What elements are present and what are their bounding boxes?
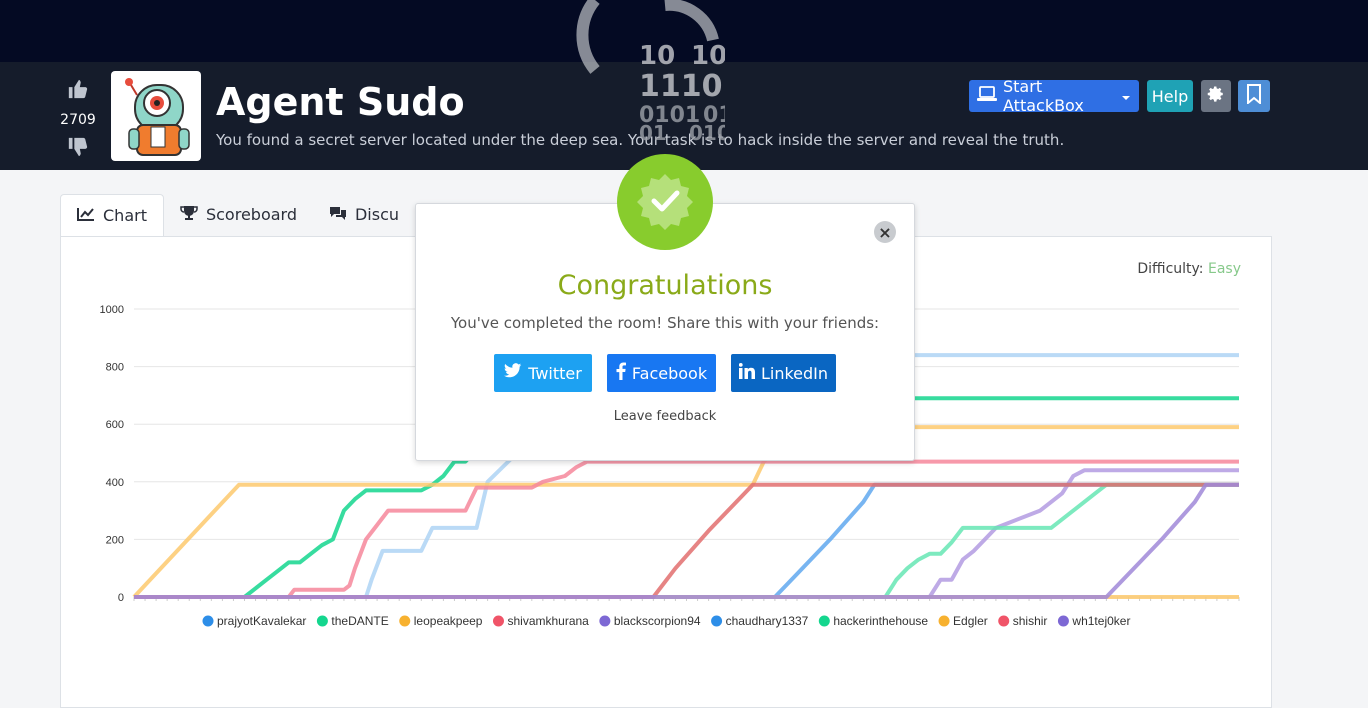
room-avatar (111, 71, 201, 161)
vote-count: 2709 (60, 112, 96, 128)
legend-label: wh1tej0ker (1071, 614, 1130, 628)
legend-marker (998, 615, 1010, 627)
legend-marker (399, 615, 411, 627)
binary-text-1: 10 (639, 41, 675, 71)
legend-label: shishir (1013, 614, 1048, 628)
series-line (134, 482, 1239, 599)
legend-label: chaudhary1337 (726, 614, 809, 628)
check-badge-icon (635, 170, 695, 234)
series-line (134, 468, 1239, 599)
linkedin-icon (738, 363, 755, 383)
modal-close-button[interactable]: × (874, 221, 896, 243)
linkedin-label: LinkedIn (760, 363, 829, 383)
y-tick-label: 600 (106, 419, 124, 431)
y-tick-label: 0 (118, 592, 124, 604)
legend-label: shivamkhurana (507, 614, 589, 628)
chart-line-icon (77, 206, 95, 225)
tab-discussion[interactable]: Discu (313, 194, 415, 235)
facebook-share-button[interactable]: Facebook (607, 354, 716, 392)
twitter-label: Twitter (528, 363, 582, 383)
legend-label: theDANTE (331, 614, 388, 628)
legend-marker (599, 615, 611, 627)
series-line (134, 482, 1239, 599)
tab-scoreboard-label: Scoreboard (205, 205, 297, 224)
legend-label: leopeakpeep (414, 614, 483, 628)
caret-down-icon (1121, 87, 1131, 106)
thumbs-down-icon[interactable] (58, 136, 98, 162)
y-tick-label: 200 (106, 534, 124, 546)
legend-label: prajyotKavalekar (217, 614, 306, 628)
tab-chart-label: Chart (103, 206, 147, 225)
legend-marker (492, 615, 504, 627)
vote-box: 2709 (58, 78, 98, 162)
gear-icon (1207, 85, 1225, 107)
legend-marker (711, 615, 723, 627)
twitter-icon (504, 363, 522, 383)
tab-discussion-label: Discu (354, 205, 400, 224)
y-tick-label: 1000 (100, 304, 124, 316)
binary-text-3: 1110 (639, 69, 723, 104)
twitter-share-button[interactable]: Twitter (494, 354, 592, 392)
settings-button[interactable] (1201, 80, 1231, 112)
legend-marker (818, 615, 830, 627)
facebook-icon (616, 362, 626, 384)
modal-title: Congratulations (557, 270, 773, 301)
legend-marker (938, 615, 950, 627)
legend-marker (316, 615, 328, 627)
trophy-icon (180, 205, 198, 225)
modal-subtitle: You've completed the room! Share this wi… (450, 314, 880, 332)
bookmark-icon (1246, 84, 1262, 108)
start-attackbox-button[interactable]: Start AttackBox (969, 77, 1139, 115)
thumbs-up-icon[interactable] (58, 78, 98, 104)
legend-label: Edgler (953, 614, 988, 628)
bookmark-button[interactable] (1238, 80, 1270, 112)
room-title: Agent Sudo (216, 80, 465, 124)
room-tabs: Chart Scoreboard Discu (60, 194, 415, 237)
binary-text-6: 01 (639, 121, 667, 145)
legend-marker (202, 615, 214, 627)
tab-chart[interactable]: Chart (60, 194, 164, 237)
legend-marker (1057, 615, 1069, 627)
success-badge (617, 154, 713, 250)
help-button[interactable]: Help (1147, 80, 1193, 112)
binary-text-7: 010 (689, 121, 725, 145)
comments-icon (329, 205, 347, 225)
start-attackbox-label: Start AttackBox (1003, 77, 1084, 115)
facebook-label: Facebook (631, 363, 708, 383)
y-tick-label: 800 (106, 362, 124, 374)
legend-label: blackscorpion94 (614, 614, 701, 628)
tab-scoreboard[interactable]: Scoreboard (164, 194, 313, 235)
laptop-icon (977, 86, 997, 106)
cloud-binary-overlay-icon: 10 10 1110 0101 01 01 010 (576, 0, 725, 145)
series-line (134, 482, 1239, 599)
leave-feedback-link[interactable]: Leave feedback (416, 409, 914, 424)
linkedin-share-button[interactable]: LinkedIn (731, 354, 836, 392)
legend-label: hackerinthehouse (833, 614, 928, 628)
binary-text-2: 10 (691, 41, 725, 71)
series-line (134, 482, 1239, 599)
y-tick-label: 400 (106, 477, 124, 489)
